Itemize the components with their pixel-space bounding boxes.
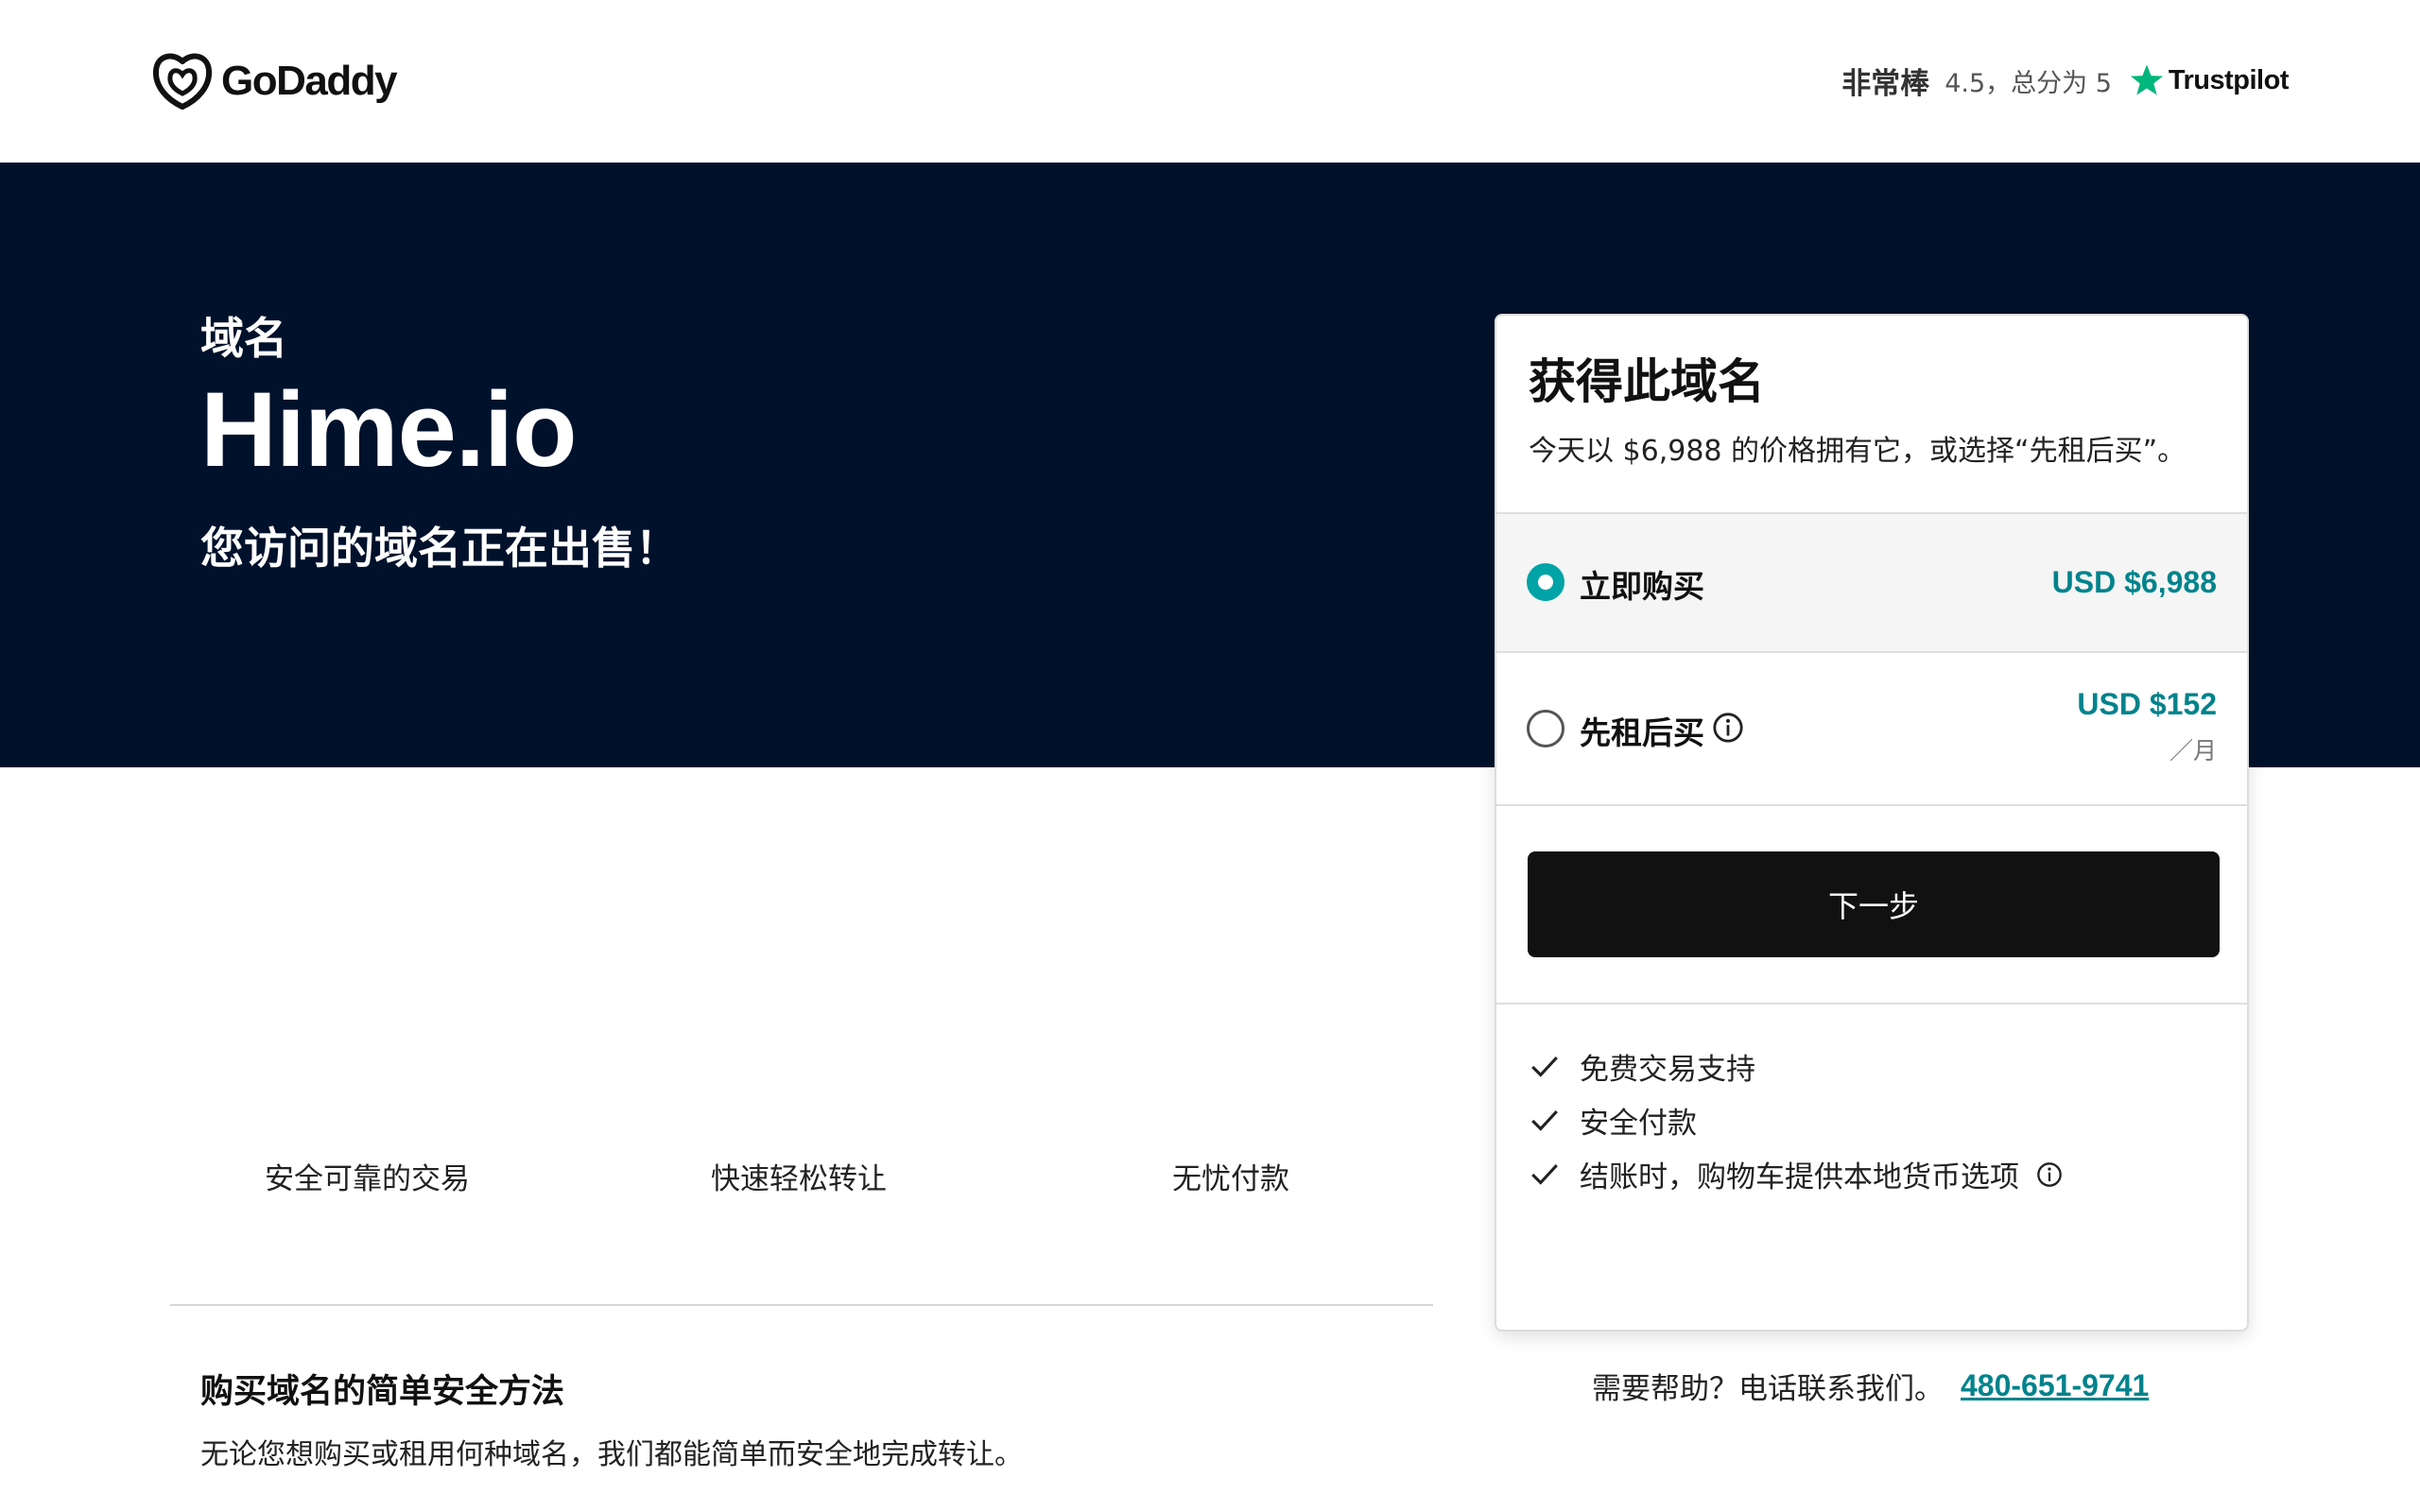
purchase-card: 获得此域名 今天以 $6,988 的价格拥有它，或选择“先租后买”。 立即购买 … xyxy=(1495,314,2249,1332)
radio-buy-now[interactable] xyxy=(1527,563,1564,601)
godaddy-logo-icon xyxy=(152,53,213,110)
feature-secure-transaction: 安全可靠的交易 xyxy=(265,1162,470,1196)
option-lease-to-own[interactable]: 先租后买 USD $152 ／月 xyxy=(1496,653,2247,804)
card-divider xyxy=(1496,804,2247,806)
feature-easy-payment: 无忧付款 xyxy=(1172,1162,1289,1196)
price-period: ／月 xyxy=(2169,737,2217,765)
info-description: 无论您想购买或租用何种域名，我们都能简单而安全地完成转让。 xyxy=(200,1438,1023,1471)
checkmark-icon xyxy=(1531,1109,1558,1131)
rating-score: 4.5，总分为 5 xyxy=(1945,68,2112,98)
info-icon[interactable] xyxy=(1712,712,1744,744)
hero-subtitle: 您访问的域名正在出售！ xyxy=(200,523,679,574)
card-divider xyxy=(1496,1003,2247,1005)
benefit-label: 安全付款 xyxy=(1580,1107,1697,1141)
hero-label: 域名 xyxy=(200,313,287,364)
card-description: 今天以 $6,988 的价格拥有它，或选择“先租后买”。 xyxy=(1529,435,2187,468)
domain-name: Hime.io xyxy=(200,370,578,489)
info-title: 购买域名的简单安全方法 xyxy=(200,1373,565,1411)
option-buy-now[interactable]: 立即购买 USD $6,988 xyxy=(1496,514,2247,651)
godaddy-logo[interactable]: GoDaddy xyxy=(151,51,398,112)
section-divider xyxy=(170,1304,1433,1306)
benefit-item: 结账时，购物车提供本地货币选项 xyxy=(1529,1147,2063,1201)
benefits-list: 免费交易支持 安全付款 结账时，购物车提供本地货币选项 xyxy=(1529,1040,2063,1201)
card-title: 获得此域名 xyxy=(1529,354,1765,409)
feature-fast-transfer: 快速轻松转让 xyxy=(711,1162,887,1196)
option-buy-now-price: USD $6,988 xyxy=(2051,565,2217,599)
benefit-item: 安全付款 xyxy=(1529,1093,2063,1147)
help-phone-link[interactable]: 480-651-9741 xyxy=(1961,1368,2149,1403)
logo-text: GoDaddy xyxy=(221,58,398,104)
trustpilot-rating[interactable]: 非常棒 4.5，总分为 5 Trustpilot xyxy=(1841,57,2290,104)
info-icon[interactable] xyxy=(2036,1161,2063,1188)
benefit-label: 结账时，购物车提供本地货币选项 xyxy=(1580,1160,2019,1194)
rating-word: 非常棒 xyxy=(1841,66,1930,101)
option-lease-to-own-price: USD $152 xyxy=(2077,687,2217,721)
radio-lease-to-own[interactable] xyxy=(1527,710,1564,747)
trustpilot-wordmark: Trustpilot xyxy=(2168,64,2290,95)
option-buy-now-label: 立即购买 xyxy=(1580,568,1704,605)
checkmark-icon xyxy=(1531,1163,1558,1185)
help-text: 需要帮助？电话联系我们。 xyxy=(1592,1372,1944,1406)
checkmark-icon xyxy=(1531,1056,1558,1077)
trustpilot-star-icon xyxy=(2130,64,2163,95)
benefit-item: 免费交易支持 xyxy=(1529,1040,2063,1093)
help-contact: 需要帮助？电话联系我们。 480-651-9741 xyxy=(1592,1365,2149,1407)
next-step-button[interactable]: 下一步 xyxy=(1528,851,2220,957)
option-lease-to-own-label: 先租后买 xyxy=(1580,714,1704,751)
benefit-label: 免费交易支持 xyxy=(1580,1053,1755,1087)
site-header: GoDaddy 非常棒 4.5，总分为 5 Trustpilot xyxy=(0,0,2420,163)
